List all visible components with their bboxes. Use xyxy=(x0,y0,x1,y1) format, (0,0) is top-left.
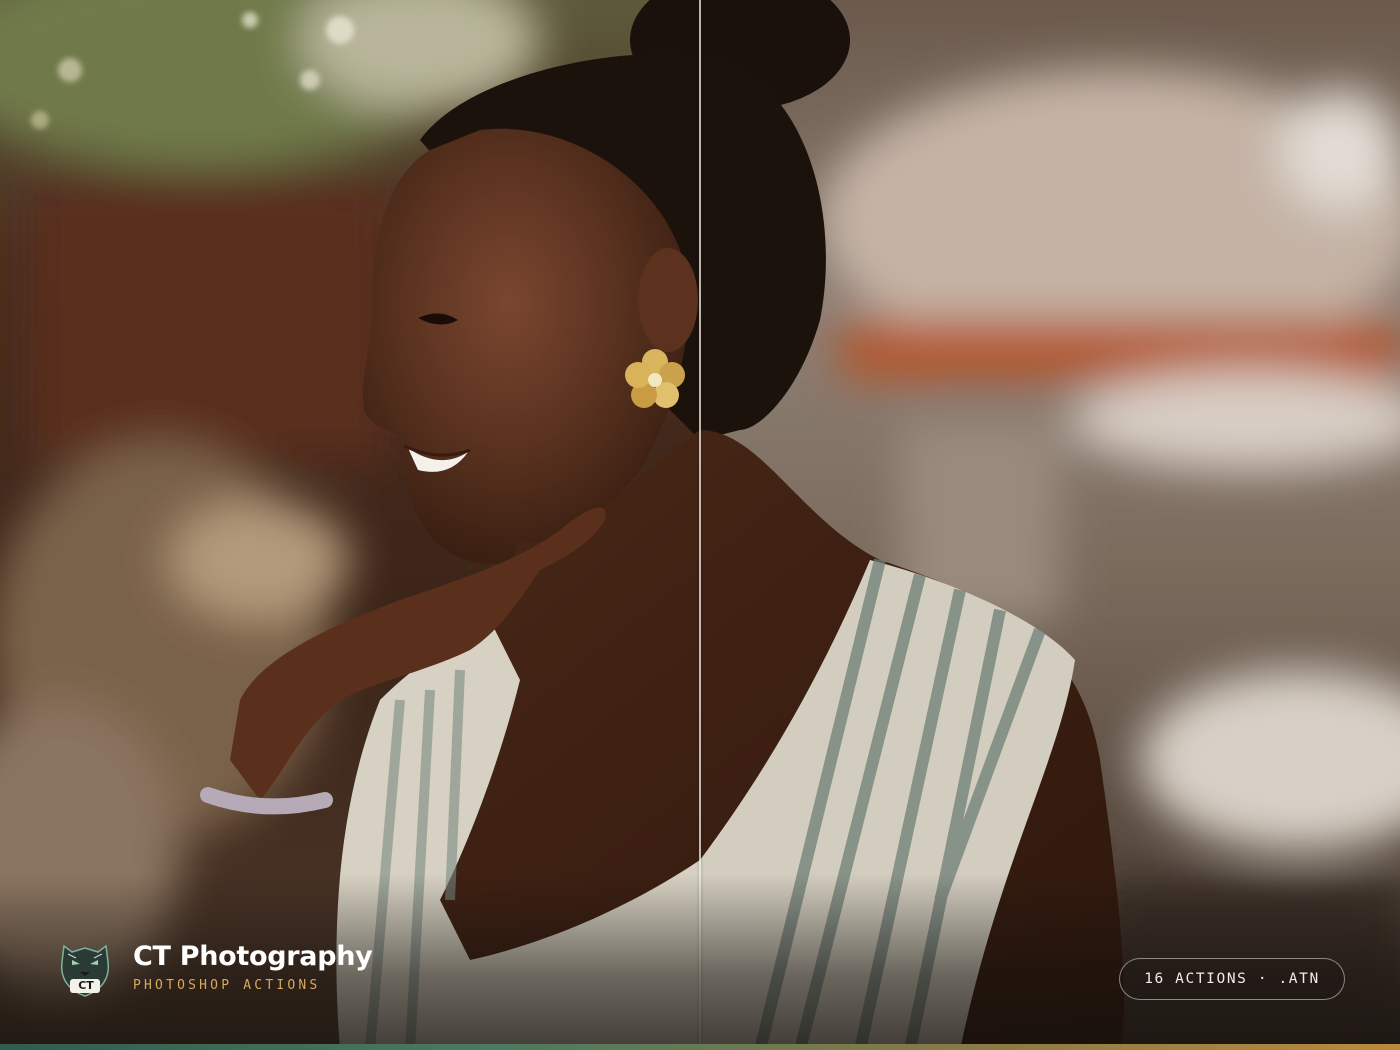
brand-block: CT CT Photography PHOTOSHOP ACTIONS xyxy=(58,938,373,998)
product-preview: CT CT Photography PHOTOSHOP ACTIONS 16 A… xyxy=(0,0,1400,1050)
bottom-accent-bar xyxy=(0,1044,1400,1050)
brand-name: CT Photography xyxy=(133,941,373,972)
panther-head-logo-icon: CT xyxy=(58,938,112,998)
logo-monogram: CT xyxy=(78,979,94,992)
brand-subtitle: PHOTOSHOP ACTIONS xyxy=(133,978,321,993)
actions-count-badge: 16 ACTIONS · .ATN xyxy=(1119,958,1345,1000)
badge-label: 16 ACTIONS · .ATN xyxy=(1144,971,1320,987)
brand-text: CT Photography PHOTOSHOP ACTIONS xyxy=(133,940,373,996)
